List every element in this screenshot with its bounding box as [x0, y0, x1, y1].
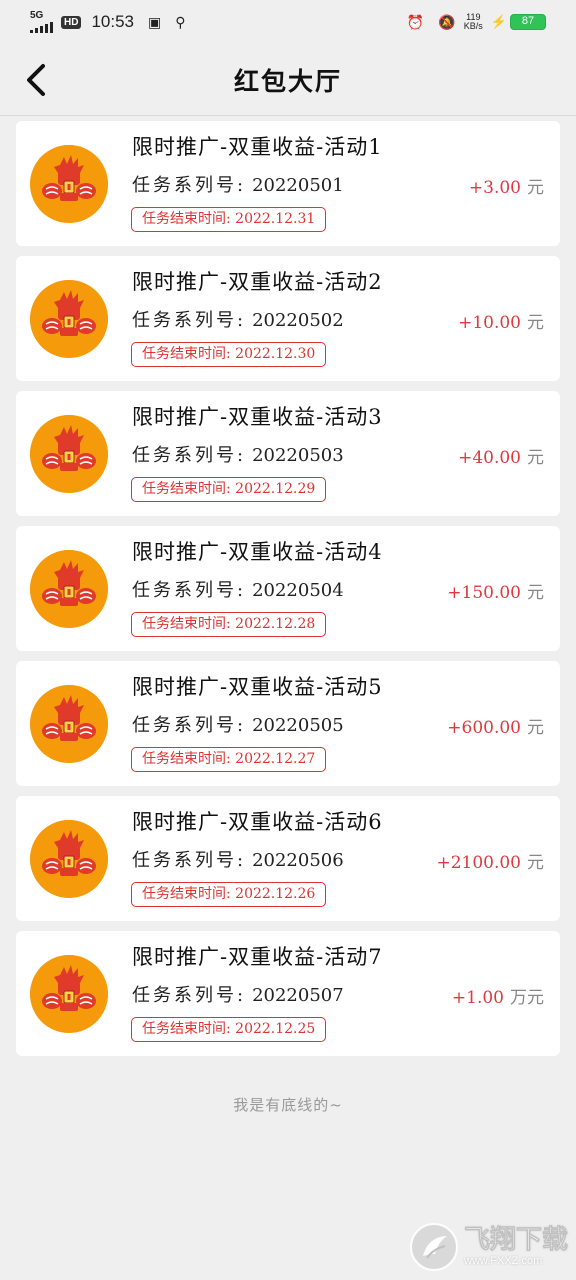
deadline-badge: 任务结束时间: 2022.12.30 — [131, 342, 327, 367]
signal-icon: 5G — [30, 11, 53, 33]
activity-card[interactable]: 限时推广-双重收益-活动4 任务系列号: 20220504 任务结束时间: 202… — [16, 526, 560, 651]
amount-unit: 元 — [527, 853, 544, 873]
mute-icon: 🔕 — [438, 13, 456, 30]
hd-badge: HD — [61, 15, 82, 29]
reward-amount: +600.00 元 — [447, 713, 544, 738]
amount-value: +40.00 — [458, 448, 521, 468]
series-label: 任务系列号: — [132, 445, 247, 466]
charging-icon: ⚡ — [490, 14, 507, 29]
amount-value: +600.00 — [447, 718, 521, 738]
series-row: 任务系列号: 20220505 — [132, 711, 344, 737]
deadline-badge: 任务结束时间: 2022.12.31 — [131, 207, 327, 232]
amount-unit: 元 — [527, 178, 544, 198]
activity-card[interactable]: 限时推广-双重收益-活动5 任务系列号: 20220505 任务结束时间: 202… — [16, 661, 560, 786]
series-number: 20220503 — [252, 445, 344, 466]
status-bar: 5G HD 10:53 ▣ ⚲ ⏰ 🔕 119 KB/s ⚡ 87 — [0, 0, 576, 44]
activity-card[interactable]: 限时推广-双重收益-活动3 任务系列号: 20220503 任务结束时间: 202… — [16, 391, 560, 516]
deadline-badge: 任务结束时间: 2022.12.27 — [131, 747, 327, 772]
page-title: 红包大厅 — [233, 67, 342, 96]
activity-card[interactable]: 限时推广-双重收益-活动1 任务系列号: 20220501 任务结束时间: 202… — [16, 121, 560, 246]
activity-title: 限时推广-双重收益-活动7 — [132, 945, 383, 969]
activity-card[interactable]: 限时推广-双重收益-活动7 任务系列号: 20220507 任务结束时间: 202… — [16, 931, 560, 1056]
battery-level: 87 — [510, 14, 546, 30]
amount-unit: 元 — [527, 583, 544, 603]
end-of-list-note: 我是有底线的~ — [233, 1096, 343, 1114]
amount-value: +2100.00 — [436, 853, 521, 873]
watermark: 飞翔下载 www.FXXZ.com — [410, 1218, 568, 1276]
watermark-title: 飞翔下载 — [464, 1225, 569, 1255]
deadline-badge: 任务结束时间: 2022.12.28 — [131, 612, 327, 637]
series-label: 任务系列号: — [132, 985, 247, 1006]
red-envelope-avatar-icon — [30, 145, 108, 223]
app-notification-icon: ▣ — [148, 13, 162, 30]
header: 红包大厅 — [0, 44, 576, 116]
series-row: 任务系列号: 20220502 — [132, 306, 344, 332]
red-envelope-avatar-icon — [30, 685, 108, 763]
series-number: 20220502 — [252, 310, 344, 331]
series-label: 任务系列号: — [132, 580, 247, 601]
red-envelope-avatar-icon — [30, 280, 108, 358]
activity-title: 限时推广-双重收益-活动3 — [132, 405, 383, 429]
series-row: 任务系列号: 20220503 — [132, 441, 344, 467]
amount-value: +150.00 — [447, 583, 521, 603]
series-row: 任务系列号: 20220506 — [132, 846, 344, 872]
activity-card[interactable]: 限时推广-双重收益-活动2 任务系列号: 20220502 任务结束时间: 202… — [16, 256, 560, 381]
activity-title: 限时推广-双重收益-活动4 — [132, 540, 383, 564]
watermark-logo-icon — [410, 1223, 458, 1271]
amount-unit: 万元 — [510, 988, 544, 1008]
series-number: 20220505 — [252, 715, 344, 736]
network-type: 5G — [30, 10, 44, 21]
series-label: 任务系列号: — [132, 715, 247, 736]
series-row: 任务系列号: 20220501 — [132, 171, 344, 197]
activity-title: 限时推广-双重收益-活动6 — [132, 810, 383, 834]
series-label: 任务系列号: — [132, 175, 247, 196]
amount-value: +10.00 — [458, 313, 521, 333]
amount-unit: 元 — [527, 313, 544, 333]
watermark-url: www.FXXZ.com — [464, 1255, 543, 1267]
usb-icon: ⚲ — [175, 13, 186, 30]
speed-unit: KB/s — [463, 21, 483, 31]
series-row: 任务系列号: 20220507 — [132, 981, 344, 1007]
red-envelope-avatar-icon — [30, 550, 108, 628]
alarm-icon: ⏰ — [406, 13, 425, 30]
activity-title: 限时推广-双重收益-活动1 — [132, 135, 383, 159]
series-number: 20220504 — [252, 580, 344, 601]
activity-title: 限时推广-双重收益-活动2 — [132, 270, 383, 294]
series-number: 20220507 — [252, 985, 344, 1006]
deadline-badge: 任务结束时间: 2022.12.29 — [131, 477, 327, 502]
activity-list: 限时推广-双重收益-活动1 任务系列号: 20220501 任务结束时间: 202… — [16, 121, 560, 1066]
reward-amount: +1.00 万元 — [452, 983, 544, 1008]
series-label: 任务系列号: — [132, 850, 247, 871]
reward-amount: +10.00 元 — [458, 308, 544, 333]
series-number: 20220501 — [252, 175, 344, 196]
battery-indicator: ⚡ 87 — [491, 14, 546, 30]
reward-amount: +40.00 元 — [458, 443, 544, 468]
series-row: 任务系列号: 20220504 — [132, 576, 344, 602]
status-time: 10:53 — [91, 12, 134, 31]
activity-card[interactable]: 限时推广-双重收益-活动6 任务系列号: 20220506 任务结束时间: 202… — [16, 796, 560, 921]
reward-amount: +150.00 元 — [447, 578, 544, 603]
amount-unit: 元 — [527, 718, 544, 738]
red-envelope-avatar-icon — [30, 955, 108, 1033]
deadline-badge: 任务结束时间: 2022.12.25 — [131, 1017, 327, 1042]
amount-value: +3.00 — [468, 178, 521, 198]
reward-amount: +3.00 元 — [469, 173, 544, 198]
amount-value: +1.00 — [451, 988, 504, 1008]
network-speed: 119 KB/s — [464, 13, 483, 31]
red-envelope-avatar-icon — [30, 415, 108, 493]
deadline-badge: 任务结束时间: 2022.12.26 — [131, 882, 327, 907]
activity-title: 限时推广-双重收益-活动5 — [132, 675, 383, 699]
series-label: 任务系列号: — [132, 310, 247, 331]
series-number: 20220506 — [252, 850, 344, 871]
reward-amount: +2100.00 元 — [436, 848, 544, 873]
amount-unit: 元 — [527, 448, 544, 468]
red-envelope-avatar-icon — [30, 820, 108, 898]
